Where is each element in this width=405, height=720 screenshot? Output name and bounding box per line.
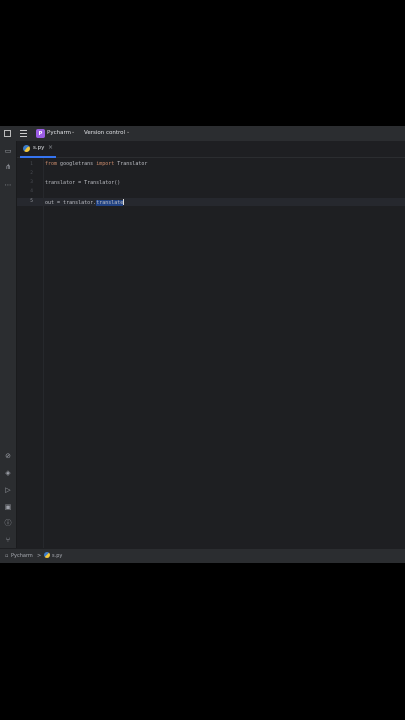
- chevron-down-icon[interactable]: ⌄: [126, 129, 130, 135]
- keyword-from: from: [45, 161, 58, 167]
- module-name: googletrans: [57, 161, 97, 167]
- code-text: out = translator.: [45, 200, 97, 206]
- code-line-1: from googletrans import Translator: [45, 161, 147, 167]
- line-number: 2: [30, 171, 33, 176]
- selected-text: translate: [96, 200, 124, 206]
- tab-s-py[interactable]: s.py ×: [20, 141, 70, 158]
- line-number: 4: [30, 189, 33, 194]
- breadcrumb-file[interactable]: s.py: [52, 553, 62, 559]
- text-caret: [123, 199, 125, 205]
- version-control-menu[interactable]: Version control: [84, 130, 125, 136]
- status-bar: ▫ Pycharm > s.py: [0, 549, 405, 563]
- stack-icon[interactable]: ◈: [4, 469, 12, 477]
- line-number: 1: [30, 162, 33, 167]
- close-icon[interactable]: ×: [48, 144, 53, 151]
- layers-icon[interactable]: ⊘: [4, 452, 12, 460]
- python-file-icon: [23, 145, 30, 152]
- line-number: 3: [30, 180, 33, 185]
- line-number-active: 5: [30, 199, 33, 204]
- run-icon[interactable]: ▷: [4, 486, 12, 494]
- code-line-5: out = translator.translate: [45, 199, 125, 206]
- problems-icon[interactable]: ⓘ: [4, 519, 12, 527]
- project-switcher[interactable]: Pycharm: [47, 130, 71, 136]
- breadcrumb-project[interactable]: Pycharm: [11, 553, 33, 559]
- title-bar: P Pycharm ⌄ Version control ⌄: [0, 126, 405, 141]
- folder-icon: ▫: [5, 553, 9, 559]
- terminal-icon[interactable]: ▣: [4, 503, 12, 511]
- python-file-icon: [44, 552, 50, 558]
- chevron-down-icon[interactable]: ⌄: [71, 129, 75, 135]
- pycharm-window: P Pycharm ⌄ Version control ⌄ ▭ ⋔ ⋯ ⊘ ◈ …: [0, 126, 405, 563]
- code-editor[interactable]: 1 2 3 4 5 from googletrans import Transl…: [17, 158, 405, 548]
- left-tool-strip: ▭ ⋔ ⋯ ⊘ ◈ ▷ ▣ ⓘ ⑂: [0, 141, 17, 548]
- ide-logo-icon[interactable]: [4, 130, 11, 137]
- imported-name: Translator: [114, 161, 148, 167]
- keyword-import: import: [96, 161, 115, 167]
- tab-label: s.py: [33, 145, 45, 151]
- editor-tabs: s.py ×: [17, 141, 405, 158]
- folder-icon[interactable]: ▭: [4, 147, 12, 155]
- breadcrumb-separator: >: [37, 553, 42, 559]
- line-number-gutter: 1 2 3 4 5: [17, 158, 44, 548]
- git-icon[interactable]: ⑂: [4, 536, 12, 544]
- code-line-3: translator = Translator(): [45, 180, 121, 186]
- structure-icon[interactable]: ⋔: [4, 163, 12, 171]
- project-badge[interactable]: P: [36, 129, 45, 138]
- main-menu-icon[interactable]: [20, 130, 27, 137]
- more-icon[interactable]: ⋯: [4, 181, 12, 189]
